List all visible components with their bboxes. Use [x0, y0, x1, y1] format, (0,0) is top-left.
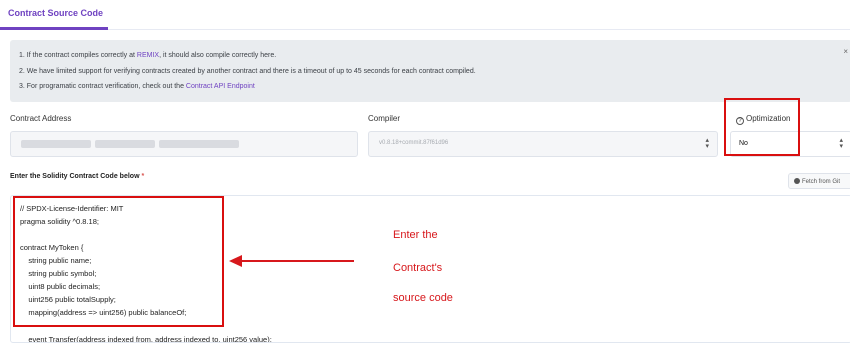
left-arrow-icon	[229, 255, 354, 267]
compiler-select[interactable]: v0.8.18+commit.87f61d96 ▴ ▾	[368, 131, 718, 157]
notice-text: 3. For programatic contract verification…	[19, 83, 186, 90]
api-endpoint-link[interactable]: Contract API Endpoint	[186, 83, 255, 90]
close-icon[interactable]: ×	[843, 47, 848, 56]
notice-line-3: 3. For programatic contract verification…	[19, 83, 255, 90]
compiler-label: Compiler	[368, 114, 401, 123]
annotation-line: Contract's	[393, 262, 443, 274]
required-mark: *	[141, 173, 145, 180]
redacted-text	[159, 140, 239, 148]
tab-contract-source-code[interactable]: Contract Source Code	[8, 0, 103, 30]
notice-text: 1. If the contract compiles correctly at	[19, 52, 137, 59]
code-label-text: Enter the Solidity Contract Code below	[10, 173, 140, 180]
fetch-from-git-button[interactable]: Fetch from Git	[788, 173, 850, 189]
github-icon	[794, 178, 800, 184]
annotation-line: Enter the	[393, 229, 438, 241]
code-section-label: Enter the Solidity Contract Code below *	[10, 173, 144, 180]
optimization-highlight-box	[724, 98, 800, 156]
tab-bar: Contract Source Code	[0, 0, 850, 30]
active-tab-indicator	[0, 27, 108, 30]
notice-text: , it should also compile correctly here.	[159, 52, 277, 59]
select-arrows-icon: ▴ ▾	[705, 137, 709, 150]
annotation-line: source code	[393, 292, 453, 304]
remix-link[interactable]: REMIX	[137, 52, 159, 59]
notice-line-2: 2. We have limited support for verifying…	[19, 68, 476, 75]
code-line: event Transfer(address indexed from, add…	[20, 335, 272, 343]
select-arrows-icon: ▴ ▾	[839, 137, 843, 150]
code-highlight-box	[13, 196, 224, 327]
redacted-text	[95, 140, 155, 148]
notice-line-1: 1. If the contract compiles correctly at…	[19, 52, 276, 59]
contract-address-label: Contract Address	[10, 114, 72, 123]
redacted-text	[21, 140, 91, 148]
compiler-value: v0.8.18+commit.87f61d96	[379, 140, 449, 146]
contract-address-field[interactable]	[10, 131, 358, 157]
info-notice: 1. If the contract compiles correctly at…	[10, 40, 850, 102]
fetch-button-label: Fetch from Git	[802, 179, 841, 185]
